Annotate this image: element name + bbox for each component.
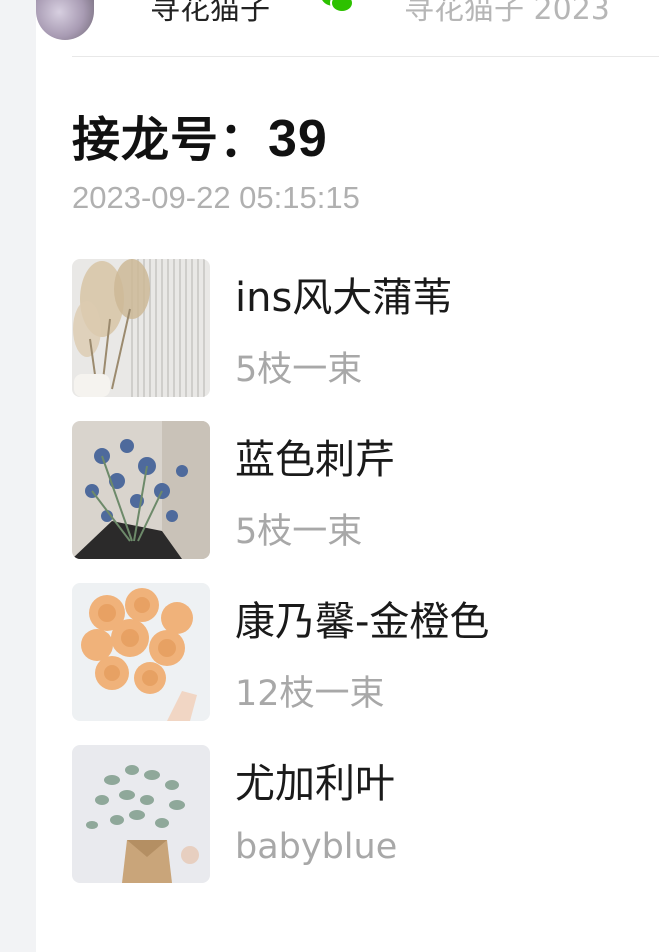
blue-eryngium-photo-icon[interactable]: [72, 421, 210, 559]
list-item[interactable]: 康乃馨-金橙色 12枝一束: [72, 583, 652, 721]
item-name: 尤加利叶: [235, 761, 395, 807]
item-name: 蓝色刺芹: [235, 437, 395, 483]
item-spec: babyblue: [235, 827, 398, 867]
wechat-icon: [320, 0, 354, 14]
solitaire-number: 39: [268, 110, 328, 168]
item-spec: 5枝一束: [235, 350, 363, 390]
list-item[interactable]: ins风大蒲苇 5枝一束: [72, 259, 652, 397]
left-gutter: [0, 0, 36, 952]
header-divider: [72, 56, 659, 57]
item-name: 康乃馨-金橙色: [235, 599, 490, 645]
list-item[interactable]: 蓝色刺芹 5枝一束: [72, 421, 652, 559]
pampas-grass-photo-icon[interactable]: [72, 259, 210, 397]
item-spec: 12枝一束: [235, 674, 385, 714]
orange-carnation-photo-icon[interactable]: [72, 583, 210, 721]
item-name: ins风大蒲苇: [235, 275, 453, 321]
list-item[interactable]: 尤加利叶 babyblue: [72, 745, 652, 883]
solitaire-title: 接龙号：39: [72, 100, 328, 170]
item-spec: 5枝一束: [235, 512, 363, 552]
user-nickname[interactable]: 寻花猫子: [150, 0, 270, 28]
eucalyptus-photo-icon[interactable]: [72, 745, 210, 883]
solitaire-title-label: 接龙号：: [72, 112, 269, 168]
solitaire-timestamp: 2023-09-22 05:15:15: [72, 180, 360, 215]
join-info-text: 寻花猫子 2023: [404, 0, 610, 27]
